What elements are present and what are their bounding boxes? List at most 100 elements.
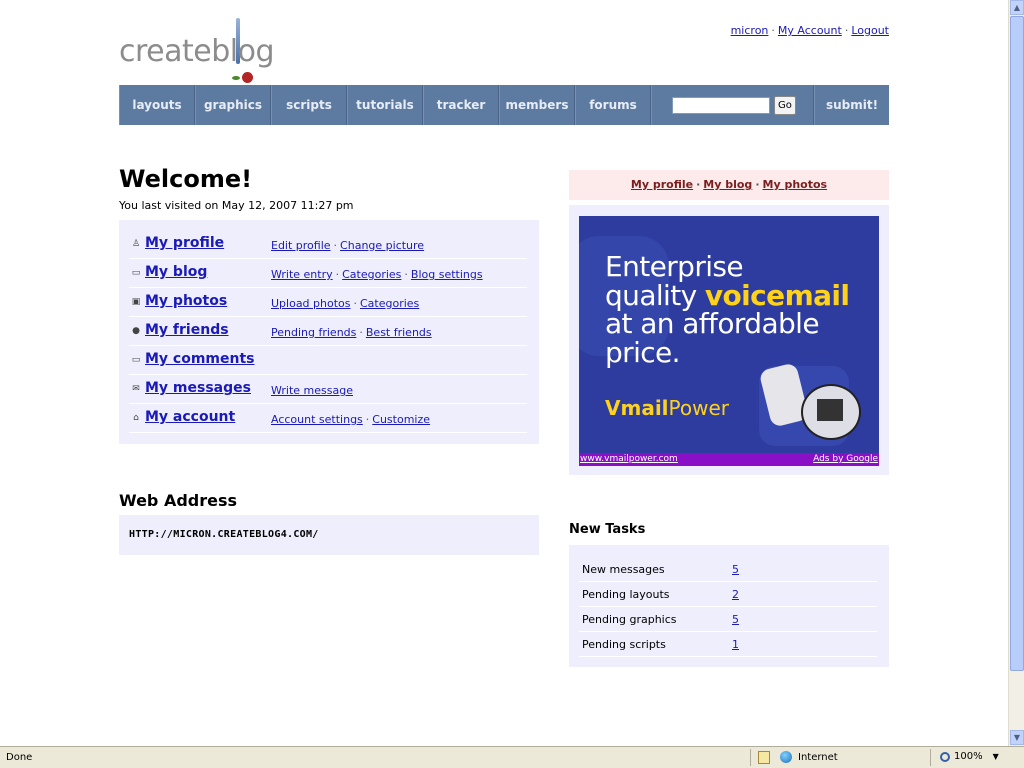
search-input[interactable] [672, 96, 770, 114]
profile-main-link[interactable]: My blog [145, 264, 207, 280]
profile-sub-link[interactable]: Edit profile [271, 239, 331, 252]
speech-bubble-icon: ▭ [131, 355, 141, 365]
separator: · [844, 24, 849, 37]
task-count-link[interactable]: 2 [732, 588, 739, 601]
scroll-down-icon[interactable]: ▼ [1010, 730, 1024, 745]
nav-graphics[interactable]: graphics [195, 85, 271, 125]
task-count-link[interactable]: 1 [732, 638, 739, 651]
task-row: Pending layouts 2 [579, 581, 877, 607]
profile-sub-link[interactable]: Pending friends [271, 326, 356, 339]
security-zone: Internet [780, 751, 838, 763]
profile-row: ▭ My comments [129, 346, 527, 375]
vertical-scrollbar[interactable]: ▲ ▼ [1008, 0, 1024, 746]
ads-by-google-link[interactable]: Ads by Google [813, 453, 878, 466]
task-count-link[interactable]: 5 [732, 613, 739, 626]
profile-row: ▣ My photos Upload photos · Categories [129, 288, 527, 317]
go-button[interactable]: Go [774, 95, 796, 115]
web-address-box: HTTP://MICRON.CREATEBLOG4.COM/ [119, 515, 539, 555]
nav-layouts[interactable]: layouts [119, 85, 195, 125]
ad-frame: Enterprise quality voicemail at an affor… [569, 205, 889, 475]
task-count-link[interactable]: 5 [732, 563, 739, 576]
profile-row: ♙ My profile Edit profile · Change picture [129, 230, 527, 259]
quick-link-photos[interactable]: My photos [763, 178, 828, 191]
profile-sub-link[interactable]: Categories [360, 297, 419, 310]
chevron-down-icon[interactable]: ▼ [993, 752, 999, 761]
tasks-title: New Tasks [569, 522, 646, 537]
ad-headline: quality voicemail [605, 281, 850, 310]
quick-link-blog[interactable]: My blog [703, 178, 752, 191]
ad-url-link[interactable]: www.vmailpower.com [580, 453, 678, 466]
separator: · [771, 24, 775, 37]
user-icon: ♙ [131, 239, 141, 249]
nav-submit[interactable]: submit! [814, 85, 889, 125]
scroll-thumb[interactable] [1010, 16, 1024, 671]
nav-tutorials[interactable]: tutorials [347, 85, 423, 125]
profile-sub-links: Upload photos · Categories [271, 297, 419, 310]
separator: · [365, 413, 370, 426]
profile-sub-link[interactable]: Blog settings [411, 268, 483, 281]
createblog-logo[interactable]: createblog [119, 18, 289, 88]
leaf-icon [232, 76, 240, 80]
quick-link-profile[interactable]: My profile [631, 178, 693, 191]
profile-main-link[interactable]: My photos [145, 293, 227, 309]
task-label: New messages [582, 563, 665, 576]
task-row: Pending graphics 5 [579, 606, 877, 632]
envelope-icon: ✉ [132, 384, 140, 394]
profile-sub-links: Write entry · Categories · Blog settings [271, 268, 483, 281]
logout-link[interactable]: Logout [851, 24, 889, 37]
speech-bubble-icon: ▭ [131, 268, 141, 278]
zoom-level: 100% [954, 751, 983, 762]
profile-sub-link[interactable]: Categories [342, 268, 401, 281]
profile-sub-link[interactable]: Best friends [366, 326, 432, 339]
page-title: Welcome! [119, 165, 253, 193]
profile-sub-link[interactable]: Write entry [271, 268, 333, 281]
vmailpower-ad[interactable]: Enterprise quality voicemail at an affor… [579, 216, 879, 466]
profile-row: ⌂ My account Account settings · Customize [129, 404, 527, 433]
profile-main-link[interactable]: My messages [145, 380, 251, 396]
separator: · [335, 268, 340, 281]
profile-row: ▭ My blog Write entry · Categories · Blog sett… [129, 259, 527, 288]
ad-brand-bold: Vmail [605, 396, 669, 420]
nav-forums[interactable]: forums [575, 85, 651, 125]
last-visit-text: You last visited on May 12, 2007 11:27 p… [119, 199, 354, 212]
profile-sub-links: Pending friends · Best friends [271, 326, 432, 339]
scroll-up-icon[interactable]: ▲ [1010, 0, 1024, 15]
profile-sub-link[interactable]: Customize [372, 413, 430, 426]
web-address-url: HTTP://MICRON.CREATEBLOG4.COM/ [129, 529, 319, 540]
separator: · [696, 178, 701, 191]
separator: · [353, 297, 358, 310]
profile-sub-link[interactable]: Upload photos [271, 297, 351, 310]
status-text: Done [6, 752, 33, 763]
ad-brand-rest: Power [668, 396, 729, 420]
task-label: Pending scripts [582, 638, 666, 651]
security-icon [758, 751, 770, 764]
separator: · [404, 268, 408, 281]
status-divider [930, 749, 931, 766]
my-account-link[interactable]: My Account [778, 24, 842, 37]
magnifier-icon [940, 751, 950, 762]
nav-search: Go [651, 85, 814, 125]
separator: · [333, 239, 338, 252]
profile-sub-link[interactable]: Write message [271, 384, 353, 397]
profile-main-link[interactable]: My friends [145, 322, 229, 338]
zoom-control[interactable]: 100% ▼ [940, 751, 999, 762]
profile-sub-link[interactable]: Change picture [340, 239, 424, 252]
house-icon: ⌂ [133, 413, 139, 423]
ad-footer: www.vmailpower.com Ads by Google [579, 453, 879, 466]
ad-headline: Enterprise [605, 250, 744, 283]
profile-sub-link[interactable]: Account settings [271, 413, 363, 426]
browser-page: createblog micron · My Account · Logout layo… [0, 0, 1008, 746]
profile-sub-links: Write message [271, 384, 353, 397]
logo-text: createblog [119, 34, 275, 69]
separator: · [359, 326, 363, 339]
profile-main-link[interactable]: My comments [145, 351, 255, 367]
globe-icon [780, 751, 792, 763]
nav-scripts[interactable]: scripts [271, 85, 347, 125]
nav-members[interactable]: members [499, 85, 575, 125]
profile-main-link[interactable]: My profile [145, 235, 224, 251]
username-link[interactable]: micron [731, 24, 769, 37]
ad-headline: at an affordable [605, 307, 820, 340]
profile-main-link[interactable]: My account [145, 409, 235, 425]
task-label: Pending graphics [582, 613, 677, 626]
nav-tracker[interactable]: tracker [423, 85, 499, 125]
